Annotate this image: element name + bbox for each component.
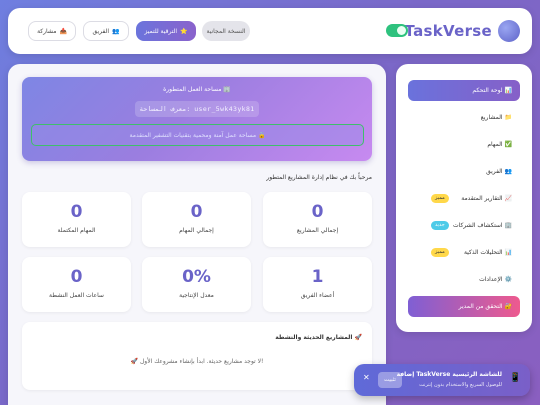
stat-label: إجمالي المشاريع xyxy=(296,227,339,234)
sidebar-item-label: المهام ✅ xyxy=(487,141,512,148)
new-badge: جديد xyxy=(431,221,449,230)
stat-label: ساعات العمل النشطة xyxy=(49,292,104,299)
close-icon[interactable]: ✕ xyxy=(363,374,370,382)
share-icon: 📤 xyxy=(59,27,67,35)
sidebar-item-label: لوحة التحكم 📊 xyxy=(472,87,512,94)
chart-icon: 📊 xyxy=(504,87,512,94)
nav-label-text: استكشاف الشركات xyxy=(452,222,503,229)
stat-card-productivity: 0% معدل الإنتاجية xyxy=(142,257,251,312)
toast-title: إضافة TaskVerse للشاشة الرئيسية xyxy=(396,371,502,378)
nav-label-text: المهام xyxy=(487,141,503,148)
checkmark-icon: ✅ xyxy=(504,141,512,148)
sidebar-item-advanced-reports[interactable]: التقارير المتقدمة 📈 مميز xyxy=(408,188,520,209)
nav-label-text: الفريق xyxy=(486,168,503,175)
brand-name: TaskVerse xyxy=(404,22,492,40)
rocket-icon: 🚀 xyxy=(354,334,362,341)
install-prompt-toast: 📱 إضافة TaskVerse للشاشة الرئيسية للوصول… xyxy=(354,364,530,396)
recent-empty-state: 🚀 لا توجد مشاريع حديثة. ابدأ بإنشاء مشرو… xyxy=(22,358,372,365)
team-icon: 👥 xyxy=(112,27,120,35)
stat-label: المهام المكتملة xyxy=(57,227,96,234)
nav-label-text: التحقق من المدير xyxy=(458,303,503,310)
sidebar-item-settings[interactable]: الإعدادات ⚙️ xyxy=(408,269,520,290)
sidebar-item-label: الإعدادات ⚙️ xyxy=(479,276,512,283)
team-label: الفريق xyxy=(92,27,110,35)
premium-badge: مميز xyxy=(431,248,449,257)
stat-value: 0 xyxy=(311,202,324,222)
stat-value: 0 xyxy=(190,202,203,222)
admin-verify-button[interactable]: التحقق من المدير 🔐 xyxy=(408,296,520,317)
stat-label: أعضاء الفريق xyxy=(300,292,335,299)
lock-key-icon: 🔐 xyxy=(504,303,512,310)
theme-toggle[interactable] xyxy=(386,24,408,37)
recent-projects-title: المشاريع الحديثة والنشطة 🚀 xyxy=(275,334,362,341)
nav-label-text: الإعدادات xyxy=(479,276,503,283)
stat-card-team: 1 أعضاء الفريق xyxy=(263,257,372,312)
stat-label: إجمالي المهام xyxy=(179,227,214,234)
chart-icon: 📊 xyxy=(504,249,512,256)
sidebar-item-tasks[interactable]: المهام ✅ xyxy=(408,134,520,155)
sidebar-item-dashboard[interactable]: لوحة التحكم 📊 xyxy=(408,80,520,101)
sidebar: لوحة التحكم 📊 المشاريع 📁 المهام ✅ الفريق… xyxy=(396,64,532,332)
workspace-title-text: مساحة العمل المتطورة xyxy=(163,86,222,93)
welcome-text: مرحباً بك في نظام إدارة المشاريع المتطور xyxy=(266,174,372,181)
star-icon: ⭐ xyxy=(180,27,188,35)
nav-label-text: لوحة التحكم xyxy=(472,87,503,94)
free-plan-label: النسخة المجانية xyxy=(206,27,246,35)
upgrade-label: الترقية للتميز xyxy=(144,27,178,35)
workspace-secure-notice: مساحة عمل آمنة ومحمية بتقنيات التشفير ال… xyxy=(31,124,364,146)
free-plan-badge[interactable]: النسخة المجانية xyxy=(202,21,250,41)
sidebar-item-label: التحقق من المدير 🔐 xyxy=(459,303,512,310)
folder-icon: 📁 xyxy=(504,114,512,121)
install-button[interactable]: تثبيت xyxy=(378,372,402,388)
share-label: مشاركة xyxy=(37,27,57,35)
sidebar-item-label: استكشاف الشركات 🏢 xyxy=(453,222,512,229)
nav-label-text: التحليلات الذكية xyxy=(463,249,503,256)
stat-label: معدل الإنتاجية xyxy=(179,292,214,299)
stat-value: 0% xyxy=(182,267,211,287)
sidebar-item-team[interactable]: الفريق 👥 xyxy=(408,161,520,182)
nav-label-text: المشاريع xyxy=(480,114,503,121)
sidebar-item-label: الفريق 👥 xyxy=(486,168,512,175)
workspace-banner: مساحة العمل المتطورة 🏢 معرف المساحة: use… xyxy=(22,77,372,161)
gear-icon: ⚙️ xyxy=(504,276,512,283)
sidebar-item-label: التقارير المتقدمة 📈 xyxy=(461,195,512,202)
top-header: TaskVerse النسخة المجانية الترقية للتميز… xyxy=(8,8,532,54)
brand-logo-icon xyxy=(498,20,520,42)
lock-icon: 🔒 xyxy=(258,131,266,139)
premium-badge: مميز xyxy=(431,194,449,203)
sidebar-item-projects[interactable]: المشاريع 📁 xyxy=(408,107,520,128)
stat-value: 1 xyxy=(311,267,324,287)
workspace-id: معرف المساحة: user_5wk43yk81 xyxy=(135,101,259,117)
upgrade-button[interactable]: الترقية للتميز ⭐ xyxy=(136,21,196,41)
sidebar-item-smart-analytics[interactable]: التحليلات الذكية 📊 مميز xyxy=(408,242,520,263)
nav-label-text: التقارير المتقدمة xyxy=(461,195,503,202)
brand[interactable]: TaskVerse xyxy=(404,18,520,44)
toast-subtitle: للوصول السريع والاستخدام بدون إنترنت xyxy=(419,382,502,388)
recent-title-text: المشاريع الحديثة والنشطة xyxy=(275,334,353,341)
stat-card-completed: 0 المهام المكتملة xyxy=(22,192,131,247)
trend-icon: 📈 xyxy=(504,195,512,202)
stat-card-hours: 0 ساعات العمل النشطة xyxy=(22,257,131,312)
recent-projects-panel: المشاريع الحديثة والنشطة 🚀 🚀 لا توجد مشا… xyxy=(22,322,372,390)
stat-card-tasks: 0 إجمالي المهام xyxy=(142,192,251,247)
building-icon: 🏢 xyxy=(223,86,231,93)
main-content: مساحة العمل المتطورة 🏢 معرف المساحة: use… xyxy=(8,64,386,405)
team-icon: 👥 xyxy=(504,168,512,175)
stat-value: 0 xyxy=(70,202,83,222)
sidebar-item-explore-companies[interactable]: استكشاف الشركات 🏢 جديد xyxy=(408,215,520,236)
secure-text: مساحة عمل آمنة ومحمية بتقنيات التشفير ال… xyxy=(129,131,257,139)
stat-card-projects: 0 إجمالي المشاريع xyxy=(263,192,372,247)
building-icon: 🏢 xyxy=(504,222,512,229)
team-button[interactable]: الفريق 👥 xyxy=(83,21,129,41)
sidebar-item-label: المشاريع 📁 xyxy=(481,114,512,121)
stat-value: 0 xyxy=(70,267,83,287)
share-button[interactable]: مشاركة 📤 xyxy=(28,21,76,41)
rocket-icon: 🚀 xyxy=(130,358,139,365)
mobile-phone-icon: 📱 xyxy=(509,373,521,383)
empty-text: لا توجد مشاريع حديثة. ابدأ بإنشاء مشروعك… xyxy=(139,358,264,365)
sidebar-item-label: التحليلات الذكية 📊 xyxy=(464,249,512,256)
workspace-title: مساحة العمل المتطورة 🏢 xyxy=(22,86,372,93)
